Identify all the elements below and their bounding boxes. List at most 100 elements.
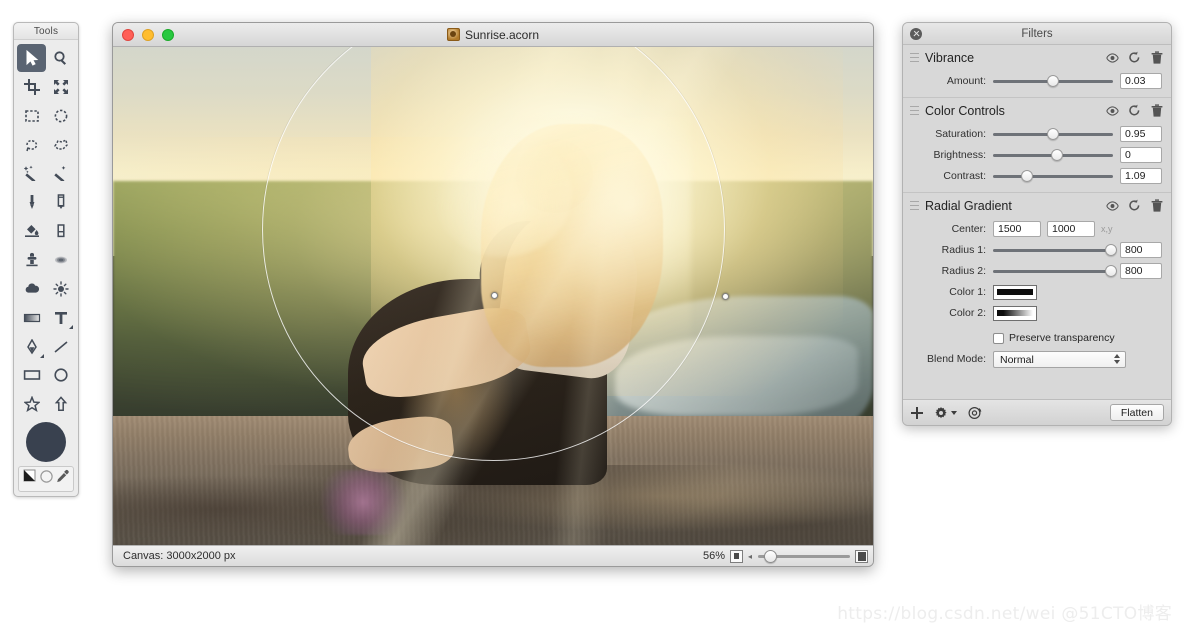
zoom-slider[interactable] [758,549,850,563]
tool-arrow-shape[interactable] [46,390,75,418]
trash-delete-icon[interactable] [1150,104,1163,117]
center-y-field[interactable]: 1000 [1047,221,1095,237]
filter-section-vibrance: Vibrance Amount: 0.03 [903,45,1171,98]
row-label-blend-mode: Blend Mode: [927,353,986,365]
slider-radius-2[interactable] [993,264,1117,278]
tool-line[interactable] [46,333,75,361]
minimize-window-button[interactable] [142,28,154,41]
window-titlebar[interactable]: Sunrise.acorn [113,23,873,47]
preset-eye-icon[interactable] [967,406,982,420]
brush-size-preview[interactable] [17,419,75,465]
preserve-transparency-checkbox[interactable] [993,332,1004,344]
trash-delete-icon[interactable] [1150,51,1163,64]
color-2-swatch[interactable] [993,305,1037,321]
tool-ellipse-select[interactable] [46,102,75,130]
screen-root: Tools Sunrise.acorn Canvas: 3000x2000 px… [0,0,1184,631]
tool-zoom[interactable] [46,44,75,72]
chevron-updown-icon [1114,353,1120,364]
document-status-bar: Canvas: 3000x2000 px 56% ◂ [113,545,873,566]
filter-actions-vibrance [1106,51,1163,64]
reset-icon[interactable] [1128,104,1141,117]
tool-magic-wand[interactable] [17,159,46,187]
filters-panel: Filters Vibrance Amount: 0.03 Color Cont… [902,22,1172,426]
value-field-contrast[interactable]: 1.09 [1120,168,1162,184]
tool-paint-bucket[interactable] [17,217,46,245]
value-field-amount[interactable]: 0.03 [1120,73,1162,89]
close-window-button[interactable] [122,28,134,41]
filter-header-vibrance[interactable]: Vibrance [903,45,1171,70]
slider-knob-brightness[interactable] [1050,149,1063,161]
filter-row-blend-mode: Blend Mode: Normal [903,349,1171,369]
drag-handle-icon[interactable] [910,53,919,62]
slider-knob-contrast[interactable] [1020,170,1033,182]
tool-blur-smudge[interactable] [46,246,75,274]
slider-radius-1[interactable] [993,243,1117,257]
center-x-field[interactable]: 1500 [993,221,1041,237]
blend-mode-select[interactable]: Normal [993,350,1126,368]
slider-knob-saturation[interactable] [1047,128,1059,140]
tool-brush[interactable] [17,188,46,216]
tool-text-submenu-triangle [69,324,73,329]
eye-visibility-icon[interactable] [1106,51,1119,64]
tool-burn[interactable] [46,275,75,303]
tool-transform[interactable] [46,73,75,101]
large-image-icon[interactable] [855,549,868,563]
tool-rectangle-shape[interactable] [17,361,46,389]
zoom-window-button[interactable] [162,28,174,41]
row-label-radius-2: Radius 2: [941,265,986,277]
reset-icon[interactable] [1128,199,1141,212]
traffic-light-buttons [122,28,174,41]
tool-move[interactable] [17,44,46,72]
tool-polygon-lasso[interactable] [46,131,75,159]
slider-amount[interactable] [993,74,1113,88]
flatten-button[interactable]: Flatten [1109,404,1164,421]
foreground-background-swatch-icon[interactable] [23,469,38,489]
tool-gradient[interactable] [17,304,46,332]
blend-mode-value: Normal [1000,353,1034,366]
tool-pencil[interactable] [46,188,75,216]
drag-handle-icon[interactable] [910,106,919,115]
filter-row-preserve-transparency: Preserve transparency [903,328,1171,348]
tool-star-shape[interactable] [17,390,46,418]
drag-handle-icon[interactable] [910,201,919,210]
canvas-area[interactable] [113,47,873,545]
radial-gradient-radius-handle[interactable] [722,293,729,300]
value-field-radius-1[interactable]: 800 [1120,242,1162,258]
eyedropper-icon[interactable] [55,469,70,489]
eye-visibility-icon[interactable] [1106,104,1119,117]
filter-row-radius-1: Radius 1: 800 [903,240,1171,260]
row-label-radius-1: Radius 1: [941,244,986,256]
small-image-icon[interactable] [729,549,743,563]
gear-options-icon[interactable] [934,406,957,420]
eye-visibility-icon[interactable] [1106,199,1119,212]
slider-contrast[interactable] [993,169,1113,183]
zoom-slider-knob[interactable] [764,549,777,563]
tool-text[interactable] [46,304,75,332]
filter-header-color-controls[interactable]: Color Controls [903,98,1171,123]
tool-bezier-pen[interactable] [17,333,46,361]
slider-knob-radius-1[interactable] [1104,244,1117,256]
reset-icon[interactable] [1128,51,1141,64]
tool-crop[interactable] [17,73,46,101]
slider-knob-radius-2[interactable] [1104,265,1117,277]
value-field-radius-2[interactable]: 800 [1120,263,1162,279]
radial-gradient-center-handle[interactable] [491,292,498,299]
reset-colors-icon[interactable] [39,469,54,489]
trash-delete-icon[interactable] [1150,199,1163,212]
color-1-swatch[interactable] [993,284,1037,300]
tool-clone-stamp[interactable] [17,246,46,274]
slider-brightness[interactable] [993,148,1113,162]
tool-eraser[interactable] [46,217,75,245]
slider-knob-amount[interactable] [1047,75,1059,87]
tool-ellipse-shape[interactable] [46,361,75,389]
filters-panel-footer: Flatten [903,399,1171,425]
tool-instant-alpha[interactable] [46,159,75,187]
filter-header-radial-gradient[interactable]: Radial Gradient [903,193,1171,218]
value-field-saturation[interactable]: 0.95 [1120,126,1162,142]
tool-lasso[interactable] [17,131,46,159]
plus-add-filter-icon[interactable] [910,406,924,420]
tool-dodge[interactable] [17,275,46,303]
slider-saturation[interactable] [993,127,1113,141]
value-field-brightness[interactable]: 0 [1120,147,1162,163]
tool-rect-select[interactable] [17,102,46,130]
